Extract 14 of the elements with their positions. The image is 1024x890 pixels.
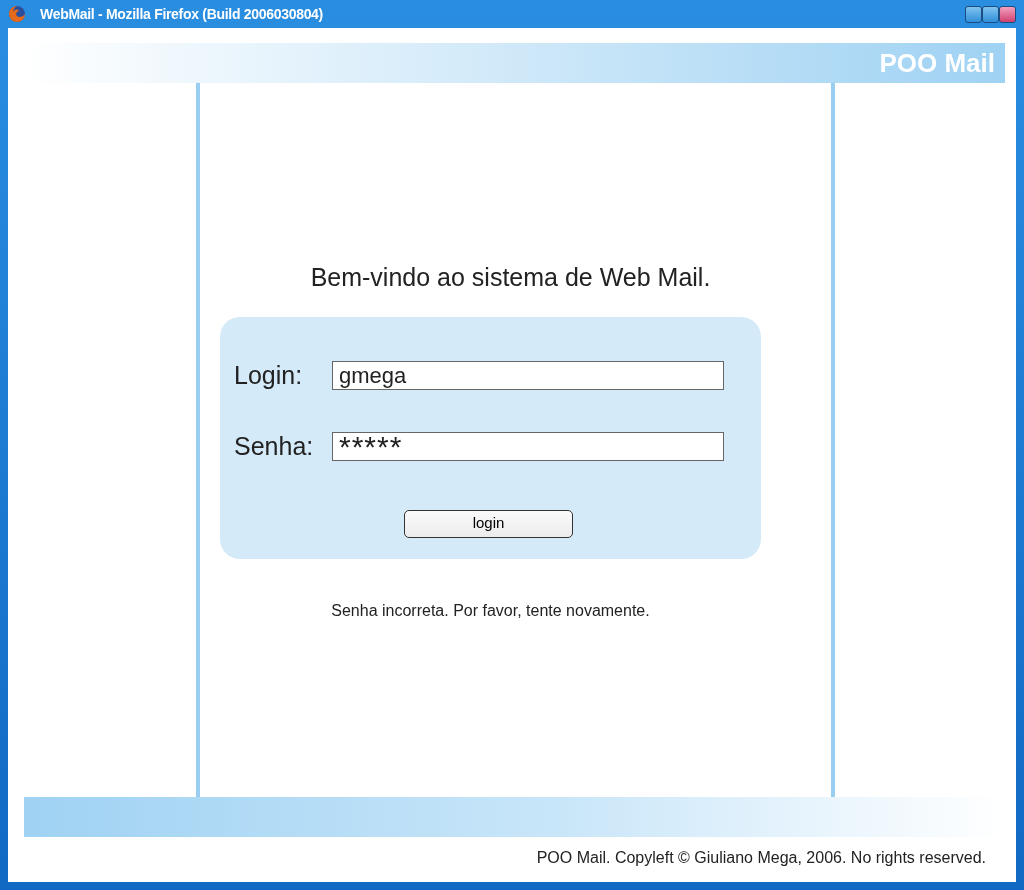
firefox-icon (8, 5, 26, 23)
field-label: Login: (234, 359, 304, 391)
login-button[interactable]: login (404, 509, 573, 538)
login-field[interactable]: gmega (332, 360, 724, 390)
window-title: WebMail - Mozilla Firefox (Build 2006030804) (40, 4, 323, 24)
minimize-button[interactable] (965, 5, 982, 23)
copyright-text: POO Mail. Copyleft © Giuliano Mega, 2006. No rights reserved. (535, 848, 987, 868)
error-message: Senha incorreta. Por favor, tente novamente. (331, 600, 650, 621)
password-field[interactable]: ***** (332, 432, 724, 462)
field-label: Senha: (234, 431, 315, 462)
brand-title: POO Mail (879, 46, 995, 80)
close-button[interactable] (999, 5, 1016, 23)
welcome-heading: Bem-vindo ao sistema de Web Mail. (310, 262, 711, 293)
maximize-button[interactable] (982, 5, 999, 23)
